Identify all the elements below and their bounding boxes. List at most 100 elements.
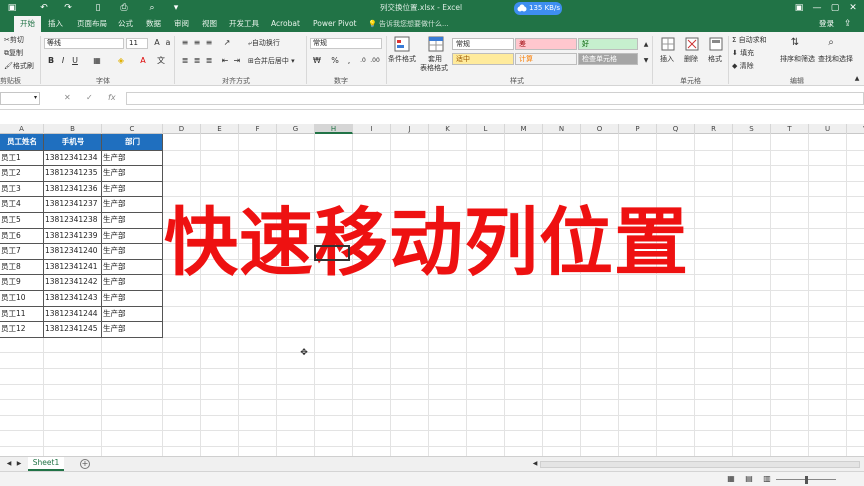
tab-power-pivot[interactable]: Power Pivot bbox=[313, 16, 356, 32]
insert-cells-button[interactable]: 插入 bbox=[660, 54, 674, 64]
table-cell[interactable]: 13812341235 bbox=[45, 165, 101, 181]
table-cell[interactable]: 员工6 bbox=[1, 228, 43, 244]
table-cell[interactable]: 生产部 bbox=[103, 243, 162, 259]
tab-developer[interactable]: 开发工具 bbox=[229, 16, 259, 32]
table-cell[interactable]: 员工9 bbox=[1, 274, 43, 290]
table-cell[interactable]: 员工3 bbox=[1, 181, 43, 197]
enter-icon[interactable]: ✓ bbox=[86, 93, 93, 102]
align-left-icon[interactable]: ≣ bbox=[180, 56, 190, 66]
style-bad[interactable]: 差 bbox=[515, 38, 577, 50]
table-header-cell[interactable]: 部门 bbox=[102, 134, 163, 150]
table-cell[interactable]: 员工10 bbox=[1, 290, 43, 306]
customize-icon[interactable]: ▾ bbox=[170, 2, 182, 14]
print-icon[interactable]: ⎙ bbox=[118, 2, 130, 14]
column-header-u[interactable]: U bbox=[809, 124, 847, 134]
column-header-j[interactable]: J bbox=[391, 124, 429, 134]
table-cell[interactable]: 生产部 bbox=[103, 228, 162, 244]
column-header-f[interactable]: F bbox=[239, 124, 277, 134]
tell-me-box[interactable]: 💡 告诉我您想要做什么... bbox=[368, 16, 449, 32]
border-icon[interactable]: ▦ bbox=[92, 56, 102, 66]
column-header-l[interactable]: L bbox=[467, 124, 505, 134]
table-cell[interactable]: 员工8 bbox=[1, 259, 43, 275]
zoom-knob[interactable] bbox=[805, 476, 808, 484]
font-name-combo[interactable]: 等线 bbox=[44, 38, 124, 49]
save-icon[interactable]: ▣ bbox=[6, 2, 18, 14]
cut-button[interactable]: ✂剪切 bbox=[4, 35, 24, 45]
selected-cell[interactable] bbox=[314, 245, 350, 261]
column-header-p[interactable]: P bbox=[619, 124, 657, 134]
column-header-e[interactable]: E bbox=[201, 124, 239, 134]
font-color-icon[interactable]: A bbox=[138, 56, 148, 66]
close-button[interactable]: ✕ bbox=[844, 1, 862, 15]
table-cell[interactable]: 13812341239 bbox=[45, 228, 101, 244]
table-cell[interactable]: 生产部 bbox=[103, 274, 162, 290]
decrease-decimal-icon[interactable]: .00 bbox=[370, 56, 380, 66]
redo-icon[interactable]: ↷ bbox=[62, 2, 74, 14]
style-check-cell[interactable]: 检查单元格 bbox=[578, 53, 638, 65]
phonetic-icon[interactable]: 文 bbox=[156, 56, 166, 66]
scroll-left-icon[interactable]: ◀ bbox=[530, 459, 540, 469]
maximize-button[interactable]: ▢ bbox=[826, 1, 844, 15]
increase-indent-icon[interactable]: ⇥ bbox=[232, 56, 242, 66]
italic-button[interactable]: I bbox=[58, 56, 68, 66]
table-cell[interactable]: 13812341234 bbox=[45, 150, 101, 166]
column-header-i[interactable]: I bbox=[353, 124, 391, 134]
formula-input[interactable] bbox=[126, 92, 864, 105]
column-header-k[interactable]: K bbox=[429, 124, 467, 134]
prev-sheet-icon[interactable]: ◀ bbox=[4, 459, 14, 469]
column-header-n[interactable]: N bbox=[543, 124, 581, 134]
wrap-text-button[interactable]: ⤶自动换行 bbox=[248, 38, 280, 48]
column-header-d[interactable]: D bbox=[163, 124, 201, 134]
add-sheet-button[interactable]: + bbox=[80, 459, 90, 469]
fill-button[interactable]: ⬇ 填充 bbox=[732, 48, 754, 58]
tab-file[interactable] bbox=[4, 16, 12, 32]
delete-cells-button[interactable]: 删除 bbox=[684, 54, 698, 64]
column-header-r[interactable]: R bbox=[695, 124, 733, 134]
column-header-o[interactable]: O bbox=[581, 124, 619, 134]
tab-view[interactable]: 视图 bbox=[202, 16, 217, 32]
table-cell[interactable]: 员工4 bbox=[1, 196, 43, 212]
style-good[interactable]: 好 bbox=[578, 38, 638, 50]
cancel-icon[interactable]: ✕ bbox=[64, 93, 71, 102]
tab-home[interactable]: 开始 bbox=[14, 16, 41, 32]
table-cell[interactable]: 13812341243 bbox=[45, 290, 101, 306]
clear-button[interactable]: ◆ 清除 bbox=[732, 61, 754, 71]
table-cell[interactable]: 员工12 bbox=[1, 321, 43, 337]
table-cell[interactable]: 生产部 bbox=[103, 196, 162, 212]
copy-button[interactable]: ⧉复制 bbox=[4, 48, 23, 58]
table-cell[interactable]: 13812341236 bbox=[45, 181, 101, 197]
find-select-button[interactable]: 查找和选择 bbox=[818, 54, 853, 64]
autosum-button[interactable]: Σ 自动求和 bbox=[732, 35, 767, 45]
style-neutral[interactable]: 适中 bbox=[452, 53, 514, 65]
page-layout-view-icon[interactable]: ▤ bbox=[744, 474, 754, 484]
share-icon[interactable]: ⇪ bbox=[844, 19, 856, 29]
preview-icon[interactable]: ⌕ bbox=[146, 2, 158, 14]
shrink-font-icon[interactable]: a bbox=[163, 38, 173, 48]
align-center-icon[interactable]: ≣ bbox=[192, 56, 202, 66]
table-cell[interactable]: 生产部 bbox=[103, 181, 162, 197]
sheet-tab-sheet1[interactable]: Sheet1 bbox=[28, 457, 64, 471]
column-header-s[interactable]: S bbox=[733, 124, 771, 134]
table-cell[interactable]: 13812341241 bbox=[45, 259, 101, 275]
merge-center-button[interactable]: ⊞合并后居中 ▾ bbox=[248, 56, 295, 66]
table-cell[interactable]: 生产部 bbox=[103, 150, 162, 166]
table-header-cell[interactable]: 手机号 bbox=[44, 134, 102, 150]
align-right-icon[interactable]: ≣ bbox=[204, 56, 214, 66]
next-sheet-icon[interactable]: ▶ bbox=[14, 459, 24, 469]
percent-icon[interactable]: % bbox=[330, 56, 340, 66]
column-header-h[interactable]: H bbox=[315, 124, 353, 134]
column-header-t[interactable]: T bbox=[771, 124, 809, 134]
collapse-ribbon-icon[interactable]: ▲ bbox=[852, 74, 862, 84]
table-cell[interactable]: 员工7 bbox=[1, 243, 43, 259]
column-header-b[interactable]: B bbox=[44, 124, 102, 134]
ribbon-display-icon[interactable]: ▣ bbox=[790, 1, 808, 15]
table-cell[interactable]: 员工5 bbox=[1, 212, 43, 228]
grow-font-icon[interactable]: A bbox=[152, 38, 162, 48]
page-break-view-icon[interactable]: ▥ bbox=[762, 474, 772, 484]
font-size-combo[interactable]: 11 bbox=[126, 38, 148, 49]
align-top-icon[interactable]: ≡ bbox=[180, 38, 190, 48]
table-cell[interactable]: 生产部 bbox=[103, 306, 162, 322]
horizontal-scrollbar[interactable] bbox=[540, 461, 860, 468]
worksheet-grid[interactable]: ABCDEFGHIJKLMNOPQRSTUV 员工姓名手机号部门员工113812… bbox=[0, 124, 864, 456]
format-painter-button[interactable]: 🖌格式刷 bbox=[4, 61, 34, 71]
